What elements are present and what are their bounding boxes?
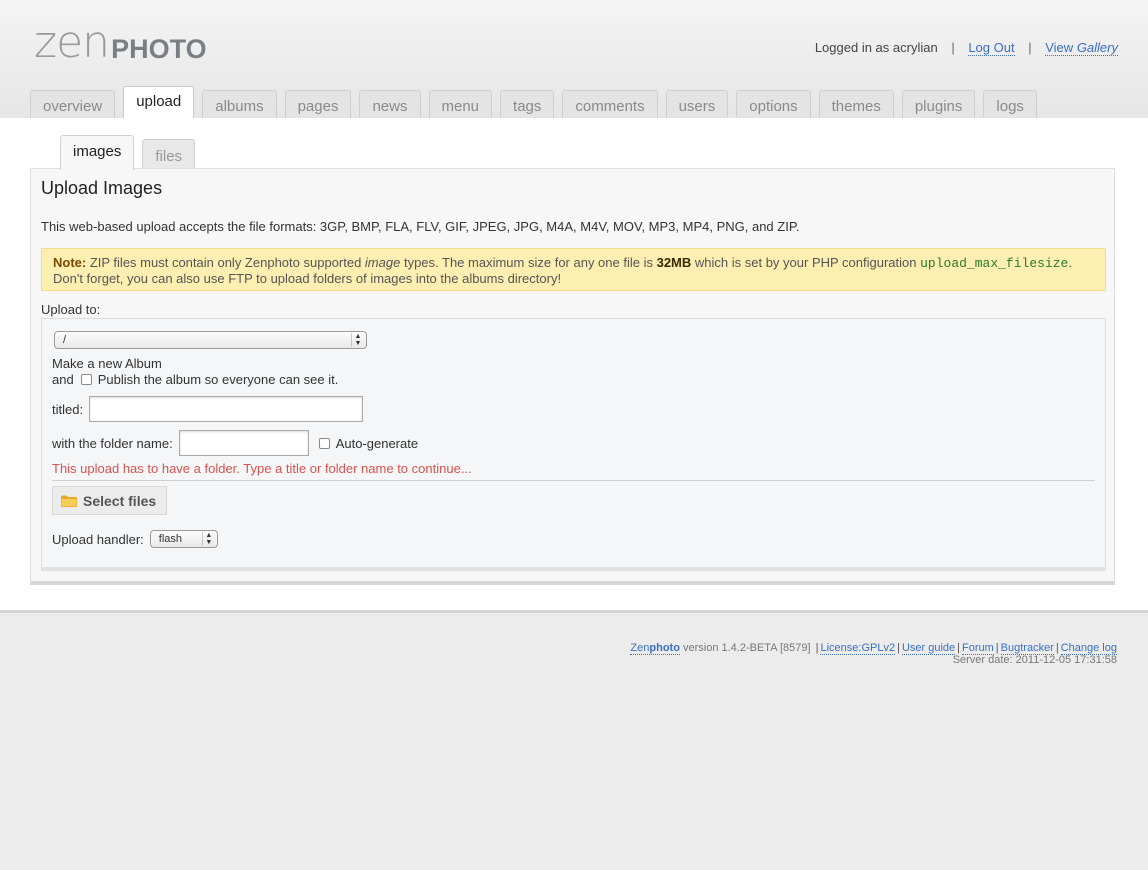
user-bar: Logged in as acrylian | Log Out | View G… (814, 40, 1118, 56)
gallery-word: Gallery (1076, 40, 1118, 55)
titled-row: titled: (52, 396, 364, 422)
note-max-size: 32MB (656, 255, 692, 270)
separator: | (957, 642, 961, 654)
tab-albums[interactable]: albums (202, 90, 277, 118)
zenphoto-logo[interactable]: zen PHOTO (34, 17, 207, 68)
separator: | (951, 40, 955, 55)
view-word: View (1045, 40, 1074, 55)
and-label: and (52, 372, 74, 387)
publish-label: Publish the album so everyone can see it… (97, 372, 339, 387)
logo-zen: zen (34, 17, 110, 68)
footer-links: Zenphoto version 1.4.2-BETA [8579] | Lice… (630, 642, 1117, 655)
subtab-images[interactable]: images (60, 135, 135, 170)
folder-warning: This upload has to have a folder. Type a… (52, 461, 472, 476)
tab-news[interactable]: news (359, 90, 421, 118)
user-guide-link[interactable]: User guide (901, 642, 956, 655)
separator: | (1055, 642, 1059, 654)
folder-name-label: with the folder name: (52, 435, 173, 451)
separator: | (897, 642, 900, 654)
upload-handler-label: Upload handler: (52, 531, 144, 547)
logo-photo: PHOTO (111, 34, 207, 64)
logged-in-text: Logged in as acrylian (814, 40, 938, 55)
tab-overview[interactable]: overview (30, 90, 116, 118)
zenphoto-link[interactable]: Zenphoto (630, 642, 680, 655)
upload-panel: Upload Images This web-based upload acce… (30, 168, 1115, 585)
server-date: Server date: 2011-12-05 17:31:58 (952, 654, 1117, 666)
tab-tags[interactable]: tags (500, 90, 555, 118)
note-text-1: ZIP files must contain only Zenphoto sup… (86, 255, 365, 270)
note-text-4: . (1068, 255, 1072, 270)
select-files-button[interactable]: Select files (52, 486, 167, 515)
tab-upload[interactable]: upload (123, 86, 195, 118)
note-text-2: types. The maximum size for any one file… (400, 255, 657, 270)
titled-label: titled: (52, 401, 84, 417)
content-area: images files Upload Images This web-base… (0, 118, 1148, 613)
select-files-label: Select files (83, 492, 157, 509)
version-text: version 1.4.2-BETA [8579] (679, 642, 814, 654)
note-line-2: Don't forget, you can also use FTP to up… (53, 271, 562, 286)
album-select[interactable]: / ▲ ▼ (54, 331, 367, 349)
logout-link[interactable]: Log Out (968, 40, 1015, 56)
stepper-arrows-icon: ▲ ▼ (201, 532, 215, 546)
sub-tabs: images files (60, 135, 203, 170)
tab-themes[interactable]: themes (818, 90, 894, 118)
page-title: Upload Images (41, 178, 163, 198)
footer: Zenphoto version 1.4.2-BETA [8579] | Lice… (630, 642, 1117, 666)
subtab-files[interactable]: files (142, 139, 196, 169)
publish-row: and Publish the album so everyone can se… (52, 372, 338, 387)
note-box: Note: ZIP files must contain only Zenpho… (41, 248, 1106, 291)
album-title-input[interactable] (89, 396, 364, 422)
tab-users[interactable]: users (665, 90, 729, 118)
divider (52, 480, 1095, 481)
footer-zen: Zen (630, 642, 650, 654)
tab-options[interactable]: options (736, 90, 811, 118)
separator: | (1028, 40, 1032, 55)
footer-photo: photo (649, 642, 680, 654)
upload-handler-value: flash (158, 533, 183, 545)
album-select-value: / (63, 334, 67, 346)
tab-comments[interactable]: comments (562, 90, 658, 118)
tab-menu[interactable]: menu (428, 90, 493, 118)
view-gallery-link[interactable]: View Gallery (1045, 40, 1118, 56)
tab-plugins[interactable]: plugins (901, 90, 976, 118)
folder-icon (61, 495, 77, 507)
autogenerate-checkbox[interactable] (318, 437, 330, 449)
note-config-code: upload_max_filesize (920, 256, 1069, 271)
stepper-arrows-icon: ▲ ▼ (351, 333, 364, 347)
note-label: Note: (53, 255, 87, 270)
tab-logs[interactable]: logs (983, 90, 1037, 118)
publish-checkbox[interactable] (80, 374, 92, 385)
folder-name-input[interactable] (178, 430, 309, 456)
separator: | (815, 642, 819, 654)
upload-handler-select[interactable]: flash ▲ ▼ (149, 530, 218, 548)
new-album-label: Make a new Album (52, 356, 162, 371)
autogenerate-label: Auto-generate (335, 435, 419, 451)
main-tabs: overview upload albums pages news menu t… (30, 86, 1045, 118)
folder-row: with the folder name: Auto-generate (52, 430, 418, 456)
note-text-3: which is set by your PHP configuration (691, 255, 921, 270)
formats-text: This web-based upload accepts the file f… (41, 219, 800, 234)
license-link[interactable]: License:GPLv2 (820, 642, 896, 655)
separator: | (995, 642, 999, 654)
note-image-word: image (364, 255, 401, 270)
upload-to-label: Upload to: (41, 302, 101, 317)
upload-options-box: / ▲ ▼ Make a new Album and Publish the al… (41, 318, 1106, 571)
tab-pages[interactable]: pages (284, 90, 352, 118)
header: zen PHOTO Logged in as acrylian | Log Ou… (0, 0, 1148, 119)
upload-handler-row: Upload handler: flash ▲ ▼ (52, 530, 218, 548)
